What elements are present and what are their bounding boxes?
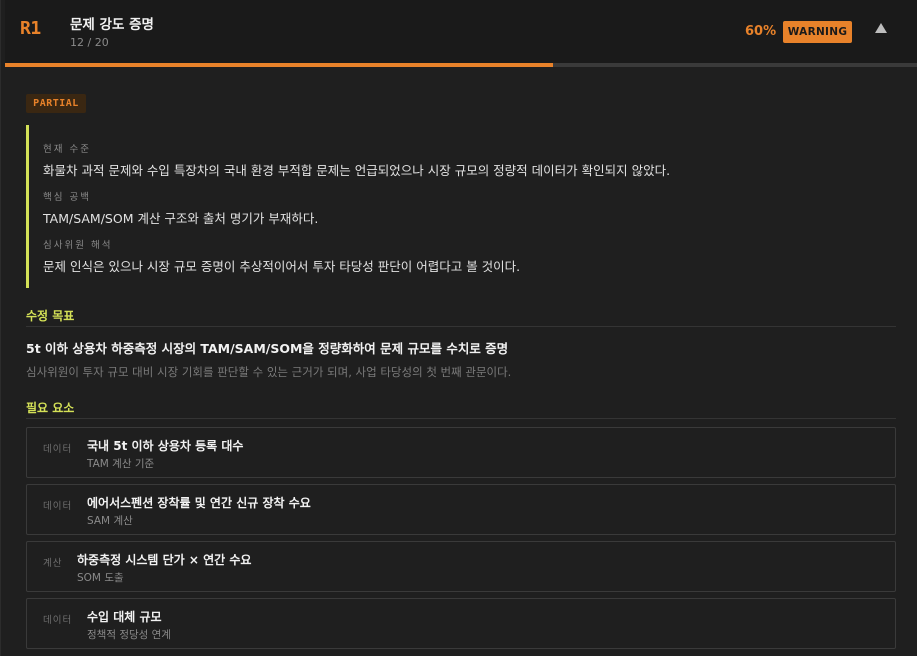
- requirement-card[interactable]: 데이터 국내 5t 이하 상용차 등록 대수 TAM 계산 기준: [26, 427, 896, 478]
- requirement-note: TAM 계산 기준: [87, 458, 155, 470]
- section-divider: [26, 418, 896, 419]
- requirement-name: 수입 대체 규모: [87, 610, 162, 624]
- review-text-current: 화물차 과적 문제와 수입 특장차의 국내 환경 부적합 문제는 언급되었으나 …: [43, 163, 671, 178]
- section-title-goal: 수정 목표: [26, 309, 75, 323]
- requirement-card[interactable]: 데이터 수입 대체 규모 정책적 정당성 연계: [26, 598, 896, 649]
- criterion-score-count: 12 / 20: [70, 36, 109, 49]
- section-divider: [26, 326, 896, 327]
- review-label-gap: 핵심 공백: [43, 192, 91, 203]
- progress-fill: [5, 63, 553, 67]
- requirement-note: SOM 도출: [77, 572, 124, 584]
- requirement-name: 하중측정 시스템 단가 × 연간 수요: [77, 553, 252, 567]
- requirement-type: 계산: [43, 558, 63, 569]
- collapse-triangle-icon[interactable]: [875, 23, 887, 33]
- requirement-name: 국내 5t 이하 상용차 등록 대수: [87, 439, 244, 453]
- requirement-type: 데이터: [43, 501, 73, 512]
- review-text-judge: 문제 인식은 있으나 시장 규모 증명이 추상적이어서 투자 타당성 판단이 어…: [43, 259, 521, 274]
- goal-description: 심사위원이 투자 규모 대비 시장 기회를 판단할 수 있는 근거가 되며, 사…: [26, 365, 512, 379]
- progress-bar: [5, 63, 917, 67]
- review-label-current: 현재 수준: [43, 144, 91, 155]
- goal-main-text: 5t 이하 상용차 하중측정 시장의 TAM/SAM/SOM을 정량화하여 문제…: [26, 341, 509, 356]
- review-block: 현재 수준 화물차 과적 문제와 수입 특장차의 국내 환경 부적합 문제는 언…: [26, 125, 896, 288]
- criterion-title: 문제 강도 증명: [70, 17, 154, 33]
- requirement-type: 데이터: [43, 615, 73, 626]
- round-label: R1: [20, 18, 41, 39]
- review-text-gap: TAM/SAM/SOM 계산 구조와 출처 명기가 부재하다.: [43, 211, 319, 226]
- criterion-panel: R1 문제 강도 증명 12 / 20 60% WARNING PARTIAL …: [0, 0, 917, 656]
- requirement-note: 정책적 정당성 연계: [87, 629, 171, 641]
- review-label-judge: 심사위원 해석: [43, 240, 113, 251]
- warning-badge: WARNING: [783, 21, 852, 43]
- requirement-name: 에어서스펜션 장착률 및 연간 신규 장착 수요: [87, 496, 311, 510]
- requirement-card[interactable]: 계산 하중측정 시스템 단가 × 연간 수요 SOM 도출: [26, 541, 896, 592]
- score-percent: 60%: [745, 24, 777, 39]
- requirement-type: 데이터: [43, 444, 73, 455]
- status-badge: PARTIAL: [26, 94, 86, 113]
- criterion-header[interactable]: R1 문제 강도 증명 12 / 20 60% WARNING: [5, 0, 917, 63]
- requirement-note: SAM 계산: [87, 515, 133, 527]
- section-title-requirements: 필요 요소: [26, 401, 75, 415]
- requirement-card[interactable]: 데이터 에어서스펜션 장착률 및 연간 신규 장착 수요 SAM 계산: [26, 484, 896, 535]
